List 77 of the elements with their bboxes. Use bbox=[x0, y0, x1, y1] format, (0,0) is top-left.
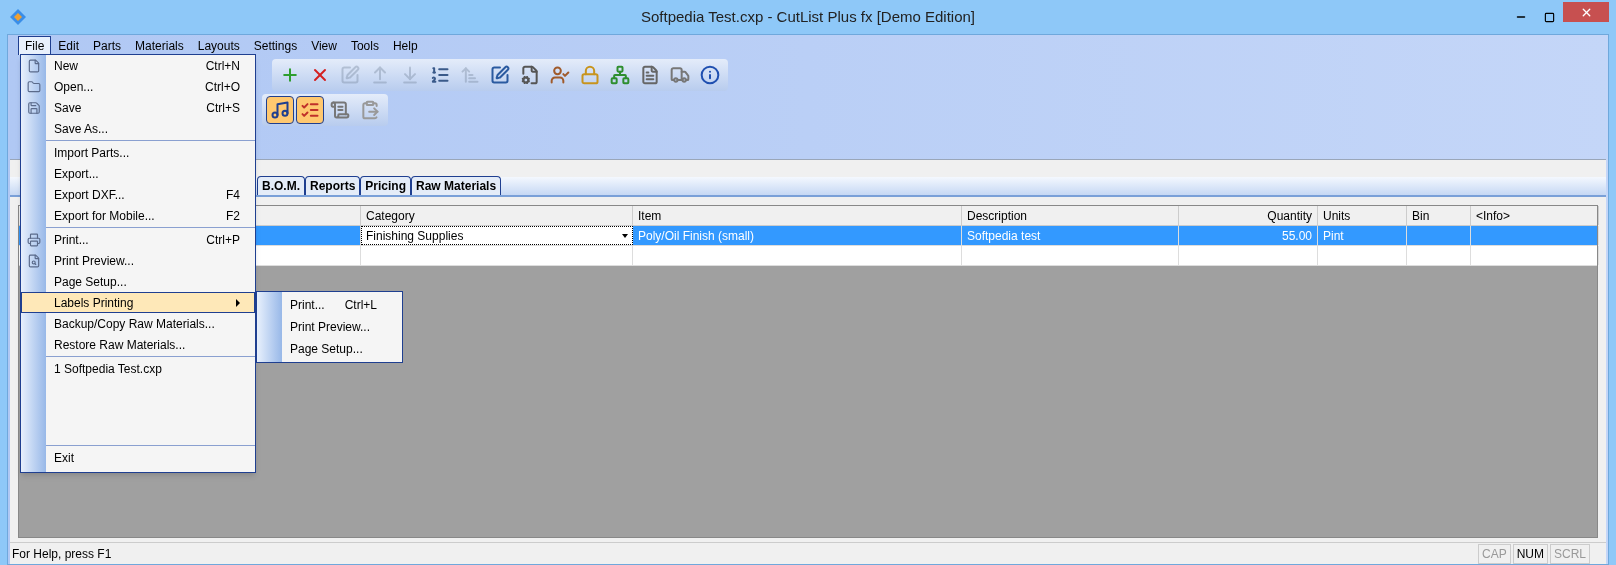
window-title: Softpedia Test.cxp - CutList Plus fx [Demo Edition] bbox=[640, 6, 975, 27]
column-header[interactable]: Description bbox=[962, 206, 1179, 225]
menu-bar-item[interactable]: File bbox=[18, 35, 52, 55]
music-note-icon bbox=[270, 100, 290, 120]
menu-item[interactable]: Restore Raw Materials... bbox=[46, 334, 255, 355]
column-header[interactable]: <Info> bbox=[1471, 206, 1599, 225]
tab[interactable]: Pricing bbox=[360, 176, 412, 195]
menu-bar-item[interactable]: Help bbox=[385, 35, 425, 55]
menu-item[interactable]: Page Setup... bbox=[46, 271, 255, 292]
truck-icon bbox=[670, 65, 690, 85]
edit-icon bbox=[340, 65, 360, 85]
menu-bar-item[interactable]: Parts bbox=[86, 35, 129, 55]
menu-bar-item[interactable]: View bbox=[304, 35, 344, 55]
status-text: For Help, press F1 bbox=[12, 545, 112, 563]
app-logo-icon bbox=[9, 8, 27, 26]
key-indicator: CAP bbox=[1477, 543, 1511, 564]
menu-bar-item[interactable]: Settings bbox=[246, 35, 305, 55]
menu-item[interactable]: Print Preview... bbox=[46, 250, 255, 271]
document-icon bbox=[27, 58, 41, 73]
folder-icon bbox=[27, 79, 41, 94]
music-note-tool[interactable] bbox=[266, 96, 294, 124]
menu-item[interactable]: Backup/Copy Raw Materials... bbox=[46, 313, 255, 334]
paste-icon bbox=[360, 100, 380, 120]
menu-item[interactable]: Export... bbox=[46, 163, 255, 184]
preview-icon bbox=[27, 253, 41, 268]
menu-item[interactable]: New Ctrl+N bbox=[46, 55, 255, 76]
menu-item[interactable]: Save As... bbox=[46, 118, 255, 139]
lock-icon bbox=[580, 65, 600, 85]
tab[interactable]: Reports bbox=[305, 176, 361, 195]
checklist-icon bbox=[300, 100, 320, 120]
menu-item[interactable]: Open... Ctrl+O bbox=[46, 76, 255, 97]
table-cell-text: Poly/Oil Finish (small) bbox=[638, 227, 754, 245]
checklist-tool[interactable] bbox=[296, 96, 324, 124]
table-cell-text: Softpedia test bbox=[967, 227, 1041, 245]
printer-icon bbox=[27, 232, 41, 247]
document-icon bbox=[640, 65, 660, 85]
down-arrow-icon bbox=[400, 65, 420, 85]
column-header[interactable]: Item bbox=[633, 206, 962, 225]
pencil-icon bbox=[490, 65, 510, 85]
menu-bar-item[interactable]: Materials bbox=[128, 35, 191, 55]
settings-icon bbox=[520, 65, 540, 85]
scroll-icon bbox=[330, 100, 350, 120]
maximize-icon bbox=[1543, 11, 1555, 23]
submenu-arrow-icon bbox=[236, 298, 240, 307]
hierarchy-icon bbox=[610, 65, 630, 85]
menu-side-strip bbox=[257, 292, 282, 362]
menu-item[interactable]: Export for Mobile... F2 bbox=[46, 205, 255, 226]
menu-item[interactable]: Page Setup... bbox=[282, 338, 402, 360]
sort-icon bbox=[460, 65, 480, 85]
column-header[interactable]: Bin bbox=[1407, 206, 1471, 225]
column-header[interactable]: Quantity bbox=[1179, 206, 1318, 225]
menu-bar-item[interactable]: Tools bbox=[343, 35, 386, 55]
plus-icon bbox=[280, 65, 300, 85]
up-arrow-icon bbox=[370, 65, 390, 85]
tab[interactable]: B.O.M. bbox=[257, 176, 305, 195]
category-dropdown[interactable]: Finishing Supplies bbox=[361, 226, 633, 245]
menu-item[interactable]: Import Parts... bbox=[46, 142, 255, 163]
menu-item[interactable]: 1 Softpedia Test.cxp bbox=[46, 358, 255, 379]
key-indicator: NUM bbox=[1512, 543, 1548, 564]
user-check-icon bbox=[550, 65, 570, 85]
info-icon bbox=[700, 65, 720, 85]
menu-bar-item[interactable]: Edit bbox=[51, 35, 87, 55]
table-cell-text: Pint bbox=[1323, 227, 1344, 245]
column-header[interactable]: Category bbox=[361, 206, 633, 225]
column-header[interactable]: Units bbox=[1318, 206, 1407, 225]
caret-icon bbox=[622, 233, 628, 238]
menu-item[interactable]: Exit bbox=[46, 447, 255, 468]
numbered-list-icon bbox=[430, 65, 450, 85]
tab[interactable]: Raw Materials bbox=[411, 176, 502, 195]
menu-item[interactable]: Print... Ctrl+L bbox=[282, 294, 402, 316]
table-cell-text: 55.00 bbox=[1281, 227, 1312, 245]
menu-item[interactable]: Print Preview... bbox=[282, 316, 402, 338]
menu-item[interactable]: Save Ctrl+S bbox=[46, 97, 255, 118]
menu-item[interactable]: Export DXF... F4 bbox=[46, 184, 255, 205]
key-indicator: SCRL bbox=[1550, 543, 1590, 564]
menu-bar-item[interactable]: Layouts bbox=[190, 35, 247, 55]
menu-item[interactable]: Labels Printing bbox=[21, 292, 255, 313]
